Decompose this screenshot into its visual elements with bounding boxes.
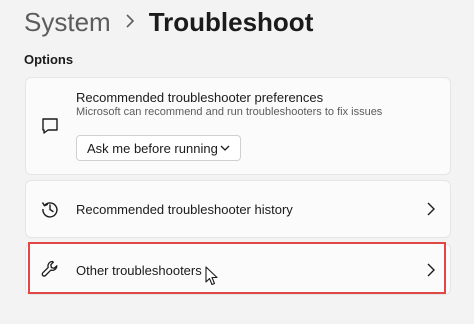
chat-bubble-icon (40, 116, 60, 136)
breadcrumb: System Troubleshoot (24, 4, 313, 40)
preferences-dropdown[interactable]: Ask me before running (76, 135, 241, 161)
other-troubleshooters-title: Other troubleshooters (76, 263, 202, 278)
other-troubleshooters-card[interactable]: Other troubleshooters (25, 243, 451, 295)
breadcrumb-system[interactable]: System (24, 7, 111, 38)
chevron-down-icon (220, 145, 230, 151)
mouse-cursor-icon (205, 266, 218, 286)
preferences-description: Microsoft can recommend and run troubles… (76, 106, 383, 118)
troubleshooter-preferences-card: Recommended troubleshooter preferences M… (25, 77, 451, 175)
dropdown-selected-value: Ask me before running (87, 140, 218, 156)
chevron-right-icon (126, 13, 134, 28)
breadcrumb-separator (125, 13, 135, 33)
chevron-right-icon (427, 263, 435, 277)
troubleshooter-history-card[interactable]: Recommended troubleshooter history (25, 180, 451, 238)
wrench-icon (40, 259, 60, 279)
page-title: Troubleshoot (148, 6, 314, 37)
chevron-right-icon (427, 202, 435, 216)
history-icon (40, 199, 60, 219)
preferences-title: Recommended troubleshooter preferences (76, 90, 324, 105)
section-label-options: Options (24, 52, 74, 67)
history-title: Recommended troubleshooter history (76, 202, 293, 217)
